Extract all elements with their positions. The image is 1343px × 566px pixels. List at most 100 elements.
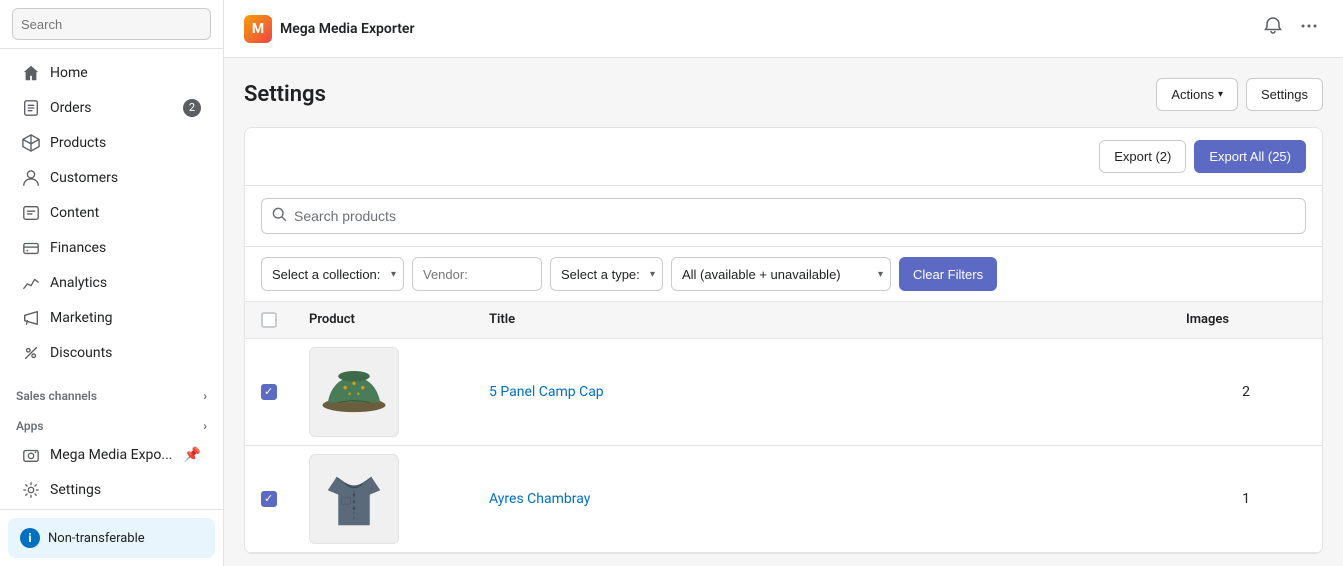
app-title: Mega Media Exporter (280, 21, 1251, 37)
export-button[interactable]: Export (2) (1099, 140, 1186, 173)
sidebar-item-finances[interactable]: Finances (6, 231, 217, 265)
row2-product-img (309, 454, 399, 544)
export-all-button[interactable]: Export All (25) (1194, 140, 1306, 173)
sales-channels-section: Sales channels › (0, 377, 223, 407)
select-all-wrapper (261, 312, 309, 328)
page-header-actions: Actions ▾ Settings (1156, 78, 1323, 111)
orders-icon (22, 99, 40, 117)
sidebar-item-analytics-label: Analytics (50, 275, 107, 291)
sidebar-item-discounts[interactable]: Discounts (6, 336, 217, 370)
bell-icon[interactable] (1259, 12, 1287, 45)
col-title: Title (489, 312, 1186, 328)
collection-filter-wrapper: Select a collection: (261, 257, 404, 291)
vendor-filter[interactable] (412, 257, 542, 291)
table-row: 5 Panel Camp Cap 2 (245, 339, 1322, 446)
content-icon (22, 204, 40, 222)
col-product: Product (309, 312, 489, 328)
search-input-wrapper (261, 198, 1306, 234)
availability-filter[interactable]: All (available + unavailable) (671, 257, 891, 291)
top-bar: M Mega Media Exporter (224, 0, 1343, 58)
home-icon (22, 64, 40, 82)
row2-title-link[interactable]: Ayres Chambray (489, 491, 590, 507)
customers-icon (22, 169, 40, 187)
sidebar-item-marketing-label: Marketing (50, 310, 113, 326)
marketing-icon (22, 309, 40, 327)
row2-checkbox[interactable] (261, 491, 277, 507)
row1-checkbox[interactable] (261, 384, 277, 400)
row2-product-img-cell (309, 454, 489, 544)
sidebar-footer: i Non-transferable (0, 509, 223, 566)
finances-icon (22, 239, 40, 257)
info-icon: i (20, 528, 40, 548)
row1-checkbox-wrapper (261, 384, 309, 400)
row1-product-img (309, 347, 399, 437)
sidebar-item-customers[interactable]: Customers (6, 161, 217, 195)
sidebar-item-finances-label: Finances (50, 240, 106, 256)
sidebar-item-content[interactable]: Content (6, 196, 217, 230)
discounts-icon (22, 344, 40, 362)
row1-product-img-cell (309, 347, 489, 437)
apps-label: Apps (16, 419, 44, 433)
analytics-icon (22, 274, 40, 292)
collection-filter[interactable]: Select a collection: (261, 257, 404, 291)
page-header: Settings Actions ▾ Settings (244, 78, 1323, 111)
settings-icon (22, 481, 40, 499)
page-content: Settings Actions ▾ Settings Export (2) E… (224, 58, 1343, 566)
row1-title-cell: 5 Panel Camp Cap (489, 384, 1186, 400)
more-options-icon[interactable] (1295, 12, 1323, 45)
sidebar-item-customers-label: Customers (50, 170, 118, 186)
sidebar-item-mega-media[interactable]: Mega Media Expo... 📌 (6, 438, 217, 472)
type-filter-wrapper: Select a type: (550, 257, 663, 291)
select-all-checkbox[interactable] (261, 312, 277, 328)
sidebar-item-content-label: Content (50, 205, 99, 221)
apps-chevron[interactable]: › (203, 419, 207, 433)
sidebar-item-home[interactable]: Home (6, 56, 217, 90)
table-header: Product Title Images (245, 302, 1322, 339)
search-row (245, 186, 1322, 247)
availability-filter-wrapper: All (available + unavailable) (671, 257, 891, 291)
page-title: Settings (244, 82, 326, 107)
app-icon: M (244, 15, 272, 43)
non-transferable-badge: i Non-transferable (8, 518, 215, 558)
sidebar-item-discounts-label: Discounts (50, 345, 112, 361)
export-row: Export (2) Export All (25) (245, 128, 1322, 186)
sidebar-item-products[interactable]: Products (6, 126, 217, 160)
search-input[interactable] (261, 198, 1306, 234)
non-transferable-label: Non-transferable (48, 531, 145, 546)
col-images: Images (1186, 312, 1306, 328)
filters-row: Select a collection: Select a type: All … (245, 247, 1322, 302)
pin-icon: 📌 (184, 447, 201, 463)
sidebar-item-products-label: Products (50, 135, 106, 151)
products-card: Export (2) Export All (25) (244, 127, 1323, 554)
sidebar-item-analytics[interactable]: Analytics (6, 266, 217, 300)
row2-title-cell: Ayres Chambray (489, 491, 1186, 507)
clear-filters-button[interactable]: Clear Filters (899, 257, 997, 291)
type-filter[interactable]: Select a type: (550, 257, 663, 291)
orders-badge: 2 (183, 99, 201, 117)
sidebar-item-orders[interactable]: Orders 2 (6, 91, 217, 125)
sidebar-item-marketing[interactable]: Marketing (6, 301, 217, 335)
sales-channels-chevron[interactable]: › (203, 389, 207, 403)
top-bar-actions (1259, 12, 1323, 45)
table-row: Ayres Chambray 1 (245, 446, 1322, 553)
row2-images-count: 1 (1186, 491, 1306, 507)
settings-button[interactable]: Settings (1246, 78, 1323, 111)
mega-media-icon (22, 446, 40, 464)
apps-section: Apps › (0, 407, 223, 437)
row2-checkbox-wrapper (261, 491, 309, 507)
sidebar-item-orders-label: Orders (50, 100, 92, 116)
settings-nav-label: Settings (50, 482, 101, 498)
row1-title-link[interactable]: 5 Panel Camp Cap (489, 384, 604, 400)
sidebar-item-home-label: Home (50, 65, 88, 81)
actions-button[interactable]: Actions ▾ (1156, 78, 1238, 111)
main-area: M Mega Media Exporter Settings Actions ▾… (224, 0, 1343, 566)
sales-channels-label: Sales channels (16, 389, 97, 403)
row1-images-count: 2 (1186, 384, 1306, 400)
sidebar-search-input[interactable] (12, 8, 211, 40)
search-icon (271, 206, 287, 226)
sidebar-search-area (0, 0, 223, 49)
products-icon (22, 134, 40, 152)
actions-dropdown-arrow: ▾ (1218, 89, 1223, 100)
mega-media-label: Mega Media Expo... (50, 447, 172, 463)
sidebar-item-settings[interactable]: Settings (6, 473, 217, 507)
